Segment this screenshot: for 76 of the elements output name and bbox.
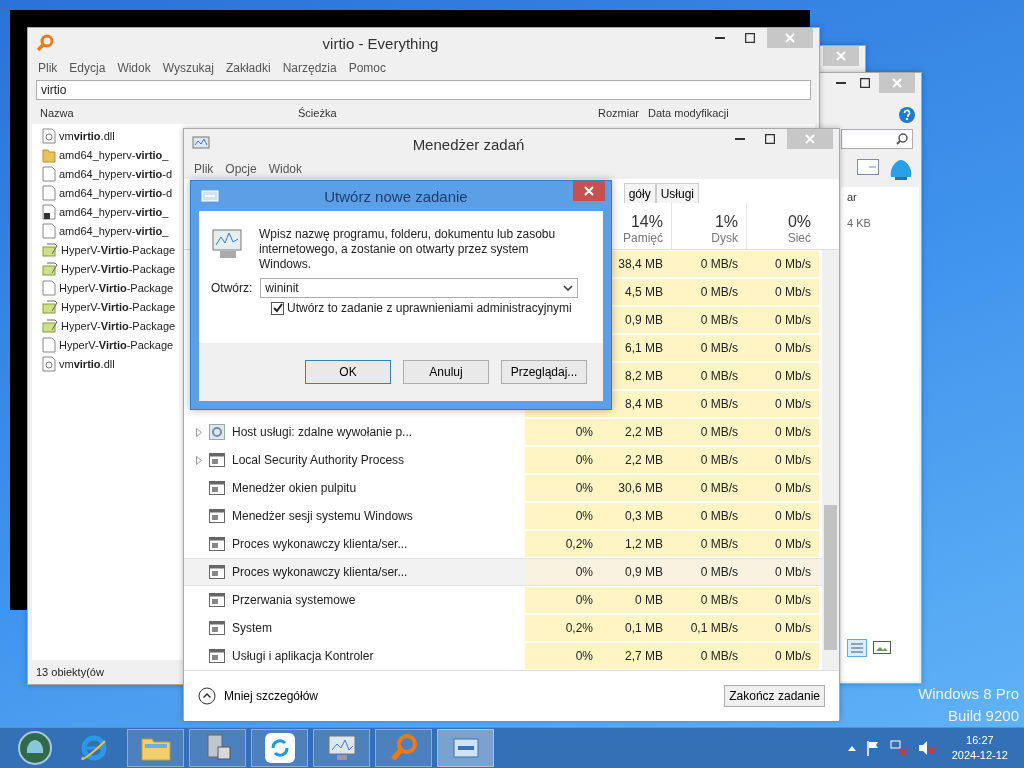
cpu-cell: 0%: [575, 565, 593, 579]
process-name: Local Security Authority Process: [232, 453, 405, 467]
process-name: Przerwania systemowe: [232, 593, 356, 607]
disk-cell: 0 MB/s: [700, 285, 738, 299]
network-cell: 0 Mb/s: [775, 313, 811, 327]
window-title: virtio - Everything: [321, 34, 440, 52]
network-cell: 0 Mb/s: [775, 621, 811, 635]
column-percent: 0%: [787, 213, 811, 231]
os-version-text: Build 9200: [948, 706, 1019, 726]
disk-cell: 0 MB/s: [700, 481, 738, 495]
memory-cell: 30,6 MB: [618, 481, 663, 495]
network-cell: 0 Mb/s: [775, 397, 811, 411]
disk-cell: 0 MB/s: [700, 537, 738, 551]
process-name: Host usługi: zdalne wywołanie p...: [232, 425, 413, 439]
memory-cell: 2,2 MB: [625, 425, 663, 439]
network-cell: 0 Mb/s: [775, 565, 811, 579]
column-percent: 1%: [714, 213, 738, 231]
window-title: Menedżer zadań: [411, 135, 526, 153]
cpu-cell: 0%: [575, 425, 593, 439]
size-cell-text: 4 KB: [847, 217, 872, 229]
process-name: Usługi i aplikacja Kontroler: [232, 649, 374, 663]
disk-cell: 0 MB/s: [700, 565, 738, 579]
process-name: Menedżer okien pulpitu: [232, 481, 357, 495]
disk-cell: 0 MB/s: [700, 649, 738, 663]
disk-cell: 0 MB/s: [700, 369, 738, 383]
network-cell: 0 Mb/s: [775, 453, 811, 467]
process-name: Menedżer sesji systemu Windows: [232, 509, 413, 523]
memory-cell: 38,4 MB: [618, 257, 663, 271]
status-text: 13 obiekty(ów: [36, 666, 104, 678]
disk-cell: 0 MB/s: [700, 397, 738, 411]
memory-cell: 4,5 MB: [625, 285, 663, 299]
memory-cell: 8,4 MB: [625, 397, 663, 411]
memory-cell: 0,9 MB: [625, 565, 663, 579]
disk-cell: 0,1 MB/s: [690, 621, 738, 635]
network-cell: 0 Mb/s: [775, 369, 811, 383]
memory-cell: 8,2 MB: [625, 369, 663, 383]
disk-cell: 0 MB/s: [700, 509, 738, 523]
disk-cell: 0 MB/s: [700, 453, 738, 467]
memory-cell: 0,9 MB: [625, 313, 663, 327]
os-version-text: Windows 8 Pro: [918, 684, 1019, 704]
cpu-cell: 0,2%: [565, 621, 593, 635]
memory-cell: 2,2 MB: [625, 453, 663, 467]
network-cell: 0 Mb/s: [775, 285, 811, 299]
column-header: ar: [847, 191, 858, 203]
dialog-title: Utwórz nowe zadanie: [323, 187, 469, 205]
cpu-cell: 0,2%: [565, 537, 593, 551]
network-cell: 0 Mb/s: [775, 257, 811, 271]
network-cell: 0 Mb/s: [775, 425, 811, 439]
column-percent: 14%: [630, 213, 663, 231]
network-cell: 0 Mb/s: [775, 481, 811, 495]
cpu-cell: 0%: [575, 593, 593, 607]
process-name: Proces wykonawczy klienta/ser...: [232, 565, 408, 579]
field-label: Otwórz:: [211, 281, 253, 295]
memory-cell: 0,1 MB: [625, 621, 663, 635]
cpu-cell: 0%: [575, 481, 593, 495]
disk-cell: 0 MB/s: [700, 313, 738, 327]
disk-cell: 0 MB/s: [700, 593, 738, 607]
network-cell: 0 Mb/s: [775, 537, 811, 551]
memory-cell: 6,1 MB: [625, 341, 663, 355]
network-cell: 0 Mb/s: [775, 341, 811, 355]
cpu-cell: 0%: [575, 649, 593, 663]
cpu-cell: 0%: [575, 509, 593, 523]
memory-cell: 0 MB: [635, 593, 663, 607]
network-cell: 0 Mb/s: [775, 649, 811, 663]
cpu-cell: 0%: [575, 453, 593, 467]
instruction-text: Wpisz nazwę programu, folderu, dokumentu lub zasobu internetowego, a zostanie on otwarty przez system Windows.: [259, 227, 557, 272]
network-cell: 0 Mb/s: [775, 593, 811, 607]
disk-cell: 0 MB/s: [700, 341, 738, 355]
network-cell: 0 Mb/s: [775, 509, 811, 523]
memory-cell: 2,7 MB: [625, 649, 663, 663]
process-name: System: [232, 621, 272, 635]
memory-cell: 0,3 MB: [625, 509, 663, 523]
disk-cell: 0 MB/s: [700, 425, 738, 439]
disk-cell: 0 MB/s: [700, 257, 738, 271]
process-name: Proces wykonawczy klienta/ser...: [232, 537, 408, 551]
memory-cell: 1,2 MB: [625, 537, 663, 551]
